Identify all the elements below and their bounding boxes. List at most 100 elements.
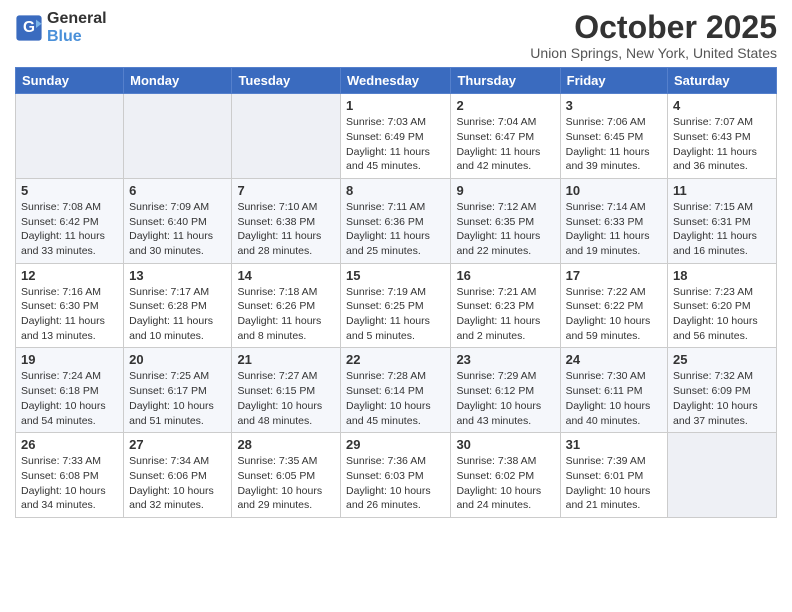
calendar-cell: 19Sunrise: 7:24 AM Sunset: 6:18 PM Dayli… xyxy=(16,348,124,433)
week-row-3: 12 Sunrise: 7:16 AM Sunset: 6:30 PM Dayli… xyxy=(16,263,777,348)
day-number: 10 xyxy=(566,183,662,198)
day-number: 17 xyxy=(566,268,662,283)
calendar-cell: 30 Sunrise: 7:38 AM Sunset: 6:02 PM Dayli… xyxy=(451,433,560,518)
day-number: 27 xyxy=(129,437,226,452)
week-row-5: 26Sunrise: 7:33 AM Sunset: 6:08 PM Dayli… xyxy=(16,433,777,518)
day-number: 21 xyxy=(237,352,335,367)
day-info: Sunrise: 7:28 AM Sunset: 6:14 PM Dayligh… xyxy=(346,369,445,428)
day-number: 28 xyxy=(237,437,335,452)
day-number: 12 xyxy=(21,268,118,283)
weekday-header-tuesday: Tuesday xyxy=(232,68,341,94)
calendar-cell xyxy=(16,94,124,179)
weekday-header-wednesday: Wednesday xyxy=(341,68,451,94)
calendar-cell: 29 Sunrise: 7:36 AM Sunset: 6:03 PM Dayli… xyxy=(341,433,451,518)
day-number: 6 xyxy=(129,183,226,198)
day-info: Sunrise: 7:03 AM Sunset: 6:49 PM Dayligh… xyxy=(346,115,445,174)
weekday-header-row: SundayMondayTuesdayWednesdayThursdayFrid… xyxy=(16,68,777,94)
weekday-header-saturday: Saturday xyxy=(668,68,777,94)
weekday-header-sunday: Sunday xyxy=(16,68,124,94)
day-info: Sunrise: 7:19 AM Sunset: 6:25 PM Dayligh… xyxy=(346,285,445,344)
calendar-cell: 31 Sunrise: 7:39 AM Sunset: 6:01 PM Dayli… xyxy=(560,433,667,518)
day-number: 3 xyxy=(566,98,662,113)
day-number: 1 xyxy=(346,98,445,113)
day-number: 31 xyxy=(566,437,662,452)
calendar-cell: 16 Sunrise: 7:21 AM Sunset: 6:23 PM Dayli… xyxy=(451,263,560,348)
day-info: Sunrise: 7:36 AM Sunset: 6:03 PM Dayligh… xyxy=(346,454,445,513)
day-info: Sunrise: 7:29 AM Sunset: 6:12 PM Dayligh… xyxy=(456,369,554,428)
calendar-cell: 10 Sunrise: 7:14 AM Sunset: 6:33 PM Dayli… xyxy=(560,178,667,263)
calendar-cell: 8 Sunrise: 7:11 AM Sunset: 6:36 PM Daylig… xyxy=(341,178,451,263)
day-number: 24 xyxy=(566,352,662,367)
day-number: 2 xyxy=(456,98,554,113)
day-info: Sunrise: 7:17 AM Sunset: 6:28 PM Dayligh… xyxy=(129,285,226,344)
calendar-cell: 13Sunrise: 7:17 AM Sunset: 6:28 PM Dayli… xyxy=(124,263,232,348)
calendar-cell: 20Sunrise: 7:25 AM Sunset: 6:17 PM Dayli… xyxy=(124,348,232,433)
day-info: Sunrise: 7:38 AM Sunset: 6:02 PM Dayligh… xyxy=(456,454,554,513)
day-number: 8 xyxy=(346,183,445,198)
calendar-cell: 4 Sunrise: 7:07 AM Sunset: 6:43 PM Daylig… xyxy=(668,94,777,179)
calendar-cell: 17 Sunrise: 7:22 AM Sunset: 6:22 PM Dayli… xyxy=(560,263,667,348)
calendar-cell: 7 Sunrise: 7:10 AM Sunset: 6:38 PM Daylig… xyxy=(232,178,341,263)
day-info: Sunrise: 7:25 AM Sunset: 6:17 PM Dayligh… xyxy=(129,369,226,428)
day-info: Sunrise: 7:08 AM Sunset: 6:42 PM Dayligh… xyxy=(21,200,118,259)
day-number: 22 xyxy=(346,352,445,367)
day-number: 9 xyxy=(456,183,554,198)
day-info: Sunrise: 7:06 AM Sunset: 6:45 PM Dayligh… xyxy=(566,115,662,174)
calendar-body: 1 Sunrise: 7:03 AM Sunset: 6:49 PM Daylig… xyxy=(16,94,777,518)
day-number: 14 xyxy=(237,268,335,283)
calendar-cell: 12 Sunrise: 7:16 AM Sunset: 6:30 PM Dayli… xyxy=(16,263,124,348)
day-number: 7 xyxy=(237,183,335,198)
day-info: Sunrise: 7:33 AM Sunset: 6:08 PM Dayligh… xyxy=(21,454,118,513)
day-number: 29 xyxy=(346,437,445,452)
day-info: Sunrise: 7:10 AM Sunset: 6:38 PM Dayligh… xyxy=(237,200,335,259)
day-number: 30 xyxy=(456,437,554,452)
calendar-cell: 11Sunrise: 7:15 AM Sunset: 6:31 PM Dayli… xyxy=(668,178,777,263)
day-info: Sunrise: 7:11 AM Sunset: 6:36 PM Dayligh… xyxy=(346,200,445,259)
day-info: Sunrise: 7:39 AM Sunset: 6:01 PM Dayligh… xyxy=(566,454,662,513)
calendar-cell: 5 Sunrise: 7:08 AM Sunset: 6:42 PM Daylig… xyxy=(16,178,124,263)
day-info: Sunrise: 7:12 AM Sunset: 6:35 PM Dayligh… xyxy=(456,200,554,259)
day-info: Sunrise: 7:14 AM Sunset: 6:33 PM Dayligh… xyxy=(566,200,662,259)
calendar-cell: 25Sunrise: 7:32 AM Sunset: 6:09 PM Dayli… xyxy=(668,348,777,433)
weekday-header-friday: Friday xyxy=(560,68,667,94)
title-block: October 2025 Union Springs, New York, Un… xyxy=(530,10,777,61)
day-number: 18 xyxy=(673,268,771,283)
calendar-cell: 2 Sunrise: 7:04 AM Sunset: 6:47 PM Daylig… xyxy=(451,94,560,179)
calendar-cell: 24Sunrise: 7:30 AM Sunset: 6:11 PM Dayli… xyxy=(560,348,667,433)
week-row-2: 5 Sunrise: 7:08 AM Sunset: 6:42 PM Daylig… xyxy=(16,178,777,263)
day-number: 16 xyxy=(456,268,554,283)
day-number: 11 xyxy=(673,183,771,198)
day-info: Sunrise: 7:27 AM Sunset: 6:15 PM Dayligh… xyxy=(237,369,335,428)
calendar-cell: 23 Sunrise: 7:29 AM Sunset: 6:12 PM Dayli… xyxy=(451,348,560,433)
calendar: SundayMondayTuesdayWednesdayThursdayFrid… xyxy=(15,67,777,518)
day-number: 5 xyxy=(21,183,118,198)
week-row-4: 19Sunrise: 7:24 AM Sunset: 6:18 PM Dayli… xyxy=(16,348,777,433)
calendar-cell xyxy=(124,94,232,179)
day-number: 19 xyxy=(21,352,118,367)
day-info: Sunrise: 7:23 AM Sunset: 6:20 PM Dayligh… xyxy=(673,285,771,344)
day-info: Sunrise: 7:04 AM Sunset: 6:47 PM Dayligh… xyxy=(456,115,554,174)
day-info: Sunrise: 7:07 AM Sunset: 6:43 PM Dayligh… xyxy=(673,115,771,174)
month-title: October 2025 xyxy=(530,10,777,45)
calendar-cell: 27 Sunrise: 7:34 AM Sunset: 6:06 PM Dayli… xyxy=(124,433,232,518)
day-number: 4 xyxy=(673,98,771,113)
logo: G General Blue xyxy=(15,10,107,45)
day-info: Sunrise: 7:18 AM Sunset: 6:26 PM Dayligh… xyxy=(237,285,335,344)
calendar-cell: 28Sunrise: 7:35 AM Sunset: 6:05 PM Dayli… xyxy=(232,433,341,518)
header: G General Blue October 2025 Union Spring… xyxy=(15,10,777,61)
location: Union Springs, New York, United States xyxy=(530,45,777,61)
day-info: Sunrise: 7:22 AM Sunset: 6:22 PM Dayligh… xyxy=(566,285,662,344)
week-row-1: 1 Sunrise: 7:03 AM Sunset: 6:49 PM Daylig… xyxy=(16,94,777,179)
day-info: Sunrise: 7:34 AM Sunset: 6:06 PM Dayligh… xyxy=(129,454,226,513)
calendar-cell: 14 Sunrise: 7:18 AM Sunset: 6:26 PM Dayli… xyxy=(232,263,341,348)
day-info: Sunrise: 7:21 AM Sunset: 6:23 PM Dayligh… xyxy=(456,285,554,344)
weekday-header-monday: Monday xyxy=(124,68,232,94)
day-number: 23 xyxy=(456,352,554,367)
calendar-cell xyxy=(232,94,341,179)
day-info: Sunrise: 7:16 AM Sunset: 6:30 PM Dayligh… xyxy=(21,285,118,344)
calendar-cell: 9 Sunrise: 7:12 AM Sunset: 6:35 PM Daylig… xyxy=(451,178,560,263)
svg-text:G: G xyxy=(23,19,35,36)
day-number: 25 xyxy=(673,352,771,367)
calendar-cell: 15Sunrise: 7:19 AM Sunset: 6:25 PM Dayli… xyxy=(341,263,451,348)
day-info: Sunrise: 7:09 AM Sunset: 6:40 PM Dayligh… xyxy=(129,200,226,259)
